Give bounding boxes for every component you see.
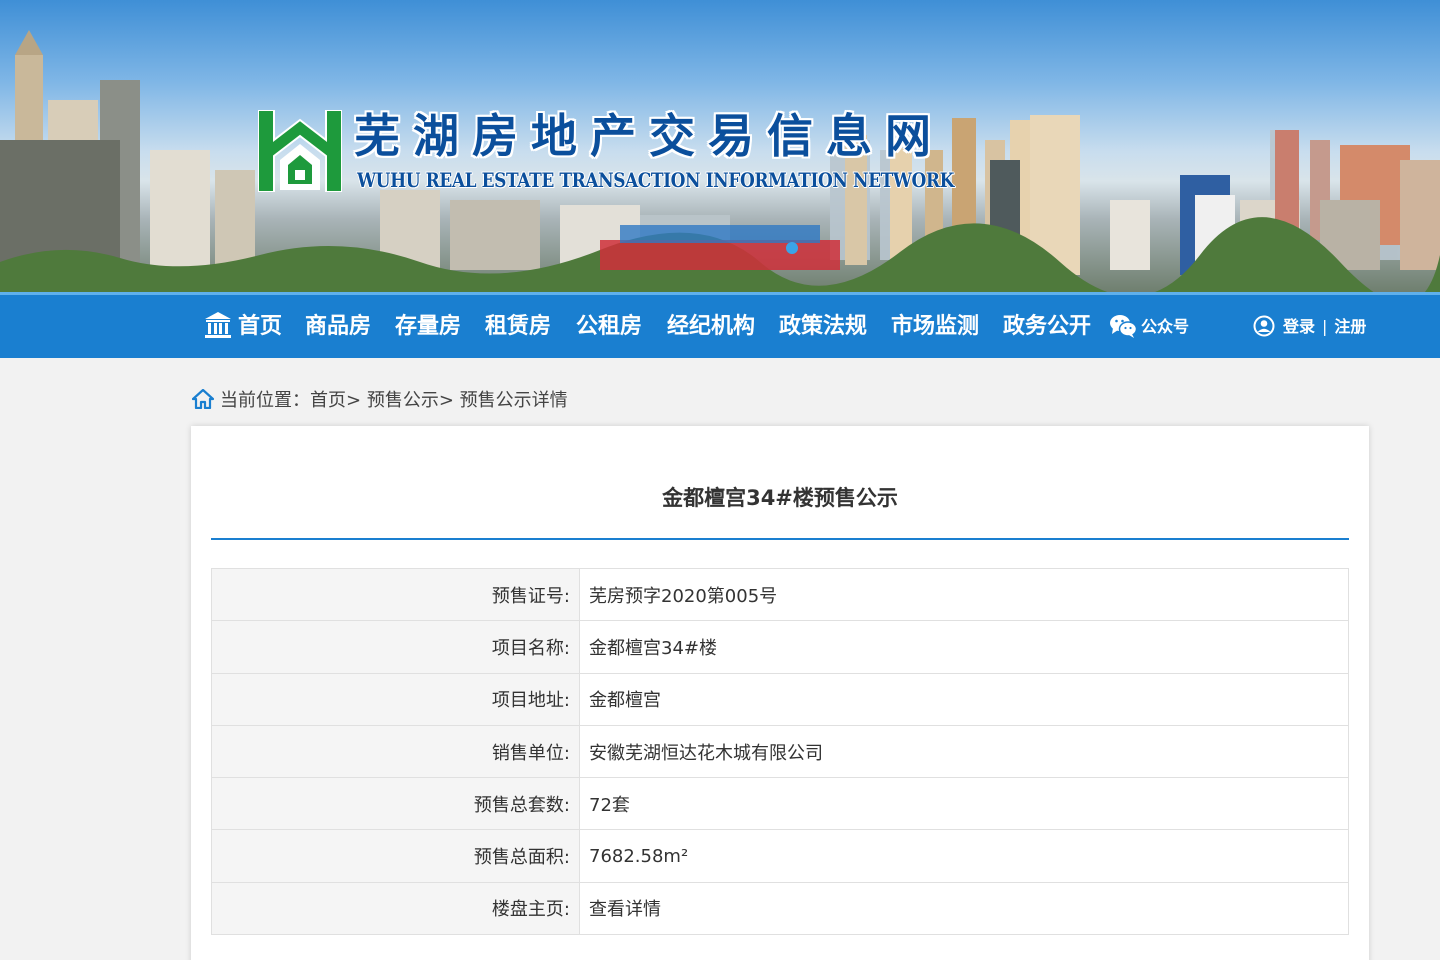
main-nav: 首页 商品房 存量房 租赁房 公租房 经纪机构 政策法规 市场监测 政务公开 公… <box>0 292 1440 358</box>
label-total-units: 预售总套数: <box>211 777 580 831</box>
nav-item-rental-housing[interactable]: 租赁房 <box>485 295 551 358</box>
header-banner: 芜湖房地产交易信息网 WUHU REAL ESTATE TRANSACTION … <box>0 0 1440 292</box>
table-row: 项目名称: 金都檀宫34#楼 <box>211 620 1349 674</box>
value-project-homepage-cell: 查看详情 <box>579 881 1349 936</box>
value-presale-cert: 芜房预字2020第005号 <box>579 567 1349 622</box>
site-title-english: WUHU REAL ESTATE TRANSACTION INFORMATION… <box>357 168 954 192</box>
table-row: 楼盘主页: 查看详情 <box>211 881 1349 936</box>
wechat-icon <box>1110 314 1138 338</box>
value-project-address: 金都檀宫 <box>579 672 1349 726</box>
nav-item-public-rental[interactable]: 公租房 <box>576 295 642 358</box>
value-total-units: 72套 <box>579 777 1349 831</box>
nav-item-existing-housing[interactable]: 存量房 <box>395 295 461 358</box>
breadcrumb-presale-list[interactable]: 预售公示 <box>367 390 439 411</box>
table-row: 项目地址: 金都檀宫 <box>211 672 1349 726</box>
wechat-label: 公众号 <box>1141 317 1190 336</box>
breadcrumb-home[interactable]: 首页 <box>310 390 346 411</box>
table-row: 销售单位: 安徽芜湖恒达花木城有限公司 <box>211 724 1349 779</box>
value-project-name: 金都檀宫34#楼 <box>579 620 1349 674</box>
label-project-name: 项目名称: <box>211 620 580 674</box>
home-icon <box>191 388 215 410</box>
login-link[interactable]: 登录 <box>1283 317 1315 336</box>
presale-info-table: 预售证号: 芜房预字2020第005号 项目名称: 金都檀宫34#楼 项目地址:… <box>211 567 1349 936</box>
account-links: 登录 | 注册 <box>1253 295 1366 358</box>
breadcrumb-prefix: 当前位置： <box>220 390 310 411</box>
table-row: 预售证号: 芜房预字2020第005号 <box>211 567 1349 622</box>
label-project-address: 项目地址: <box>211 672 580 726</box>
label-presale-cert: 预售证号: <box>211 567 580 622</box>
register-link[interactable]: 注册 <box>1334 317 1366 336</box>
table-row: 预售总套数: 72套 <box>211 777 1349 831</box>
site-logo[interactable] <box>258 110 342 192</box>
label-total-area: 预售总面积: <box>211 829 580 883</box>
nav-label: 首页 <box>238 314 283 339</box>
site-title-chinese: 芜湖房地产交易信息网 <box>354 109 944 163</box>
nav-item-policies[interactable]: 政策法规 <box>779 295 867 358</box>
presale-detail-card: 金都檀宫34#楼预售公示 预售证号: 芜房预字2020第005号 项目名称: 金… <box>191 426 1369 960</box>
label-sales-unit: 销售单位: <box>211 724 580 779</box>
nav-item-commercial-housing[interactable]: 商品房 <box>305 295 371 358</box>
nav-item-home[interactable]: 首页 <box>204 295 282 358</box>
nav-item-market-monitoring[interactable]: 市场监测 <box>891 295 979 358</box>
title-divider <box>211 538 1349 540</box>
view-details-link[interactable]: 查看详情 <box>589 899 661 920</box>
value-sales-unit: 安徽芜湖恒达花木城有限公司 <box>579 724 1349 779</box>
bank-building-icon <box>205 312 231 338</box>
label-project-homepage: 楼盘主页: <box>211 881 580 936</box>
login-separator: | <box>1322 317 1328 336</box>
table-row: 预售总面积: 7682.58m² <box>211 829 1349 883</box>
breadcrumb-separator: > <box>438 390 454 411</box>
breadcrumb: 当前位置：首页> 预售公示> 预售公示详情 <box>191 386 568 412</box>
nav-item-agencies[interactable]: 经纪机构 <box>667 295 755 358</box>
value-total-area: 7682.58m² <box>579 829 1349 883</box>
nav-item-government-affairs[interactable]: 政务公开 <box>1003 295 1091 358</box>
page-title: 金都檀宫34#楼预售公示 <box>662 486 898 510</box>
user-circle-icon <box>1253 315 1275 336</box>
wechat-link[interactable]: 公众号 <box>1109 295 1189 358</box>
breadcrumb-current: 预售公示详情 <box>459 390 568 411</box>
breadcrumb-separator: > <box>346 390 362 411</box>
